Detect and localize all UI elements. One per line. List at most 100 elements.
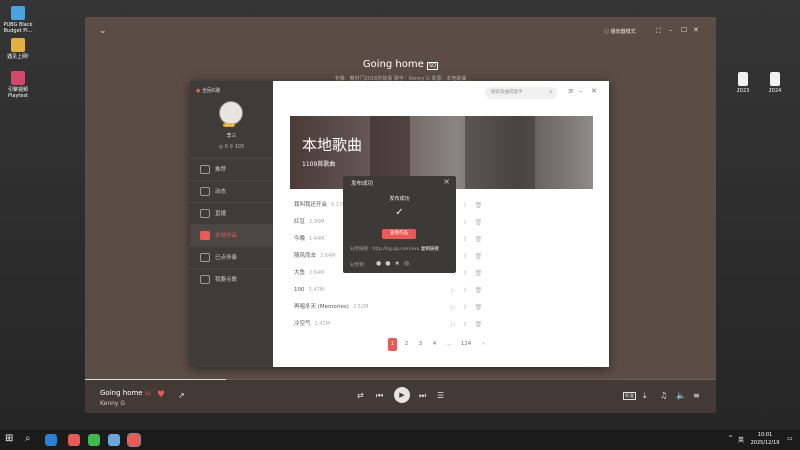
banner-title: 本地歌曲 [302, 136, 363, 154]
app-icon[interactable] [108, 434, 120, 446]
user-name[interactable]: 李三 [190, 132, 273, 139]
sidebar-item-local-works[interactable]: 本地作品 [190, 224, 273, 246]
sidebar-item-label: 直播 [215, 211, 227, 217]
desktop-icon-browser[interactable]: 遇见上网! [0, 38, 36, 60]
song-name: 今晚 [294, 236, 306, 242]
desktop-icon-label: PUBG Black Budget Pl... [3, 22, 33, 34]
shuffle-icon[interactable]: ⇄ [357, 391, 364, 400]
share-link[interactable]: 分享链接：http://kg.qq.com/xxx [350, 246, 419, 252]
bar-song-title[interactable]: Going home SQ [100, 389, 151, 397]
page-button[interactable]: 3 [416, 338, 425, 351]
song-actions[interactable]: ▷⇧🗑 [451, 197, 489, 214]
close-icon[interactable]: ✕ [693, 26, 699, 34]
page-button[interactable]: 4 [430, 338, 439, 351]
karaoke-app-icon[interactable] [127, 433, 141, 447]
play-button[interactable]: ▶ [394, 387, 410, 403]
clock-time[interactable]: 10:01 [753, 432, 777, 438]
bar-artist[interactable]: Kenny G [100, 400, 125, 407]
song-actions[interactable]: ▷⇧🗑 [451, 231, 489, 248]
desktop-icon-2023[interactable]: 2023 [725, 72, 761, 94]
checkmark-icon: ✓ [395, 207, 404, 218]
chevron-up-icon[interactable]: ^ [728, 435, 733, 442]
song-name: 再唱冬天 (Memories) [294, 304, 349, 310]
player-mode-button[interactable]: ⓘ 播放器模式 [604, 28, 636, 35]
edge-icon[interactable] [45, 434, 57, 446]
song-size: 2.52M [352, 304, 369, 310]
copy-link-button[interactable]: 复制链接 [421, 246, 439, 252]
sidebar-item-ordered[interactable]: 已点伴奏 [190, 246, 273, 268]
page-button[interactable]: 2 [402, 338, 411, 351]
menu-icon[interactable]: ≡ [568, 87, 574, 95]
sidebar-item-live[interactable]: 直播 [190, 202, 273, 224]
windows-start-icon[interactable]: ⊞ [5, 433, 13, 444]
banner-count: 1109首歌曲 [302, 161, 336, 168]
song-size: 3.47M [308, 287, 324, 293]
pagination: 1 2 3 4... 124 › [388, 338, 493, 351]
avatar[interactable] [219, 101, 243, 125]
queue-icon[interactable]: ≡ [693, 391, 700, 400]
sq-badge: SQ [426, 62, 439, 70]
song-title: Going home [362, 59, 424, 70]
mic-icon [200, 275, 210, 284]
search-input[interactable]: 搜索歌曲或歌手 ⌕ [485, 87, 557, 99]
song-size: 1.44M [309, 236, 325, 242]
song-name: 冷空气 [294, 321, 311, 327]
song-actions[interactable]: ▷⇧🗑 [451, 214, 489, 231]
share-platform-icons[interactable]: ●●★◎ [376, 260, 413, 267]
song-actions[interactable]: ▷⇧🗑 [451, 248, 489, 265]
heart-icon[interactable]: ♥ [157, 390, 165, 400]
page-button[interactable]: 1 [388, 338, 397, 351]
music-list-icon [200, 253, 210, 262]
brand-label: 全民K歌 [201, 88, 221, 94]
maximize-icon[interactable]: ☐ [681, 26, 687, 34]
minimize-icon[interactable]: – [579, 87, 583, 95]
input-language[interactable]: 英 [738, 435, 744, 444]
desktop-icon-2024[interactable]: 2024 [757, 72, 793, 94]
previous-icon[interactable]: ⏮ [376, 391, 383, 401]
download-icon[interactable]: ⤓ [643, 391, 647, 401]
fullscreen-icon[interactable]: ⛶ [656, 27, 661, 36]
clock-date[interactable]: 2025/12/19 [748, 440, 782, 446]
song-actions[interactable]: ▷⇧🗑 [451, 282, 489, 299]
notification-icon[interactable]: ▭ [787, 435, 793, 442]
page-button[interactable]: 124 [458, 338, 474, 351]
netease-music-icon[interactable] [68, 434, 80, 446]
song-row[interactable]: 冷空气 2.41M ▷⇧🗑 [294, 316, 594, 333]
folder-icon [200, 231, 210, 240]
player-controls-bar: Going home SQ Kenny G ♥ ↗ ⇄ ⏮ ▶ ⏭ ☰ 标准 ⤓… [85, 380, 716, 413]
song-size: 2.64M [320, 253, 336, 259]
sidebar-item-label: 动态 [215, 189, 227, 195]
minimize-icon[interactable]: – [669, 26, 673, 34]
share-icon[interactable]: ↗ [178, 391, 185, 400]
browser-icon[interactable] [88, 434, 100, 446]
next-page-button[interactable]: › [479, 338, 488, 351]
desktop-icon-pubg[interactable]: PUBG Black Budget Pl... [0, 6, 36, 34]
sidebar-item-request[interactable]: 我要点歌 [190, 268, 273, 290]
song-row[interactable]: 再唱冬天 (Memories) 2.52M ▷⇧🗑 [294, 299, 594, 316]
volume-icon[interactable]: 🔈 [676, 391, 686, 400]
desktop-icon-label: 引擎视频 Playtest [7, 87, 29, 99]
view-work-button[interactable]: 查看作品 [382, 229, 416, 239]
lyrics-icon[interactable]: ♫ [660, 391, 667, 400]
app-logo-icon: ● [196, 88, 201, 94]
song-actions[interactable]: ▷⇧🗑 [451, 316, 489, 333]
dialog-headline: 发布成功 [389, 196, 410, 202]
sidebar-item-feed[interactable]: 动态 [190, 180, 273, 202]
chevron-down-icon[interactable]: ⌄ [99, 26, 107, 36]
playlist-icon[interactable]: ☰ [437, 391, 444, 400]
desktop-icon-engine[interactable]: 引擎视频 Playtest [0, 71, 36, 99]
desktop-icon-label: 遇见上网! [6, 54, 29, 60]
quality-button[interactable]: 标准 [623, 392, 636, 400]
song-row[interactable]: 100 3.47M ▷⇧🗑 [294, 282, 594, 299]
search-icon[interactable]: ⌕ [549, 87, 552, 99]
user-stats: ◎ 0 ⚲ 105 [218, 144, 245, 150]
close-icon[interactable]: ✕ [591, 87, 597, 95]
next-icon[interactable]: ⏭ [419, 391, 426, 401]
close-icon[interactable]: × [443, 177, 450, 186]
song-actions[interactable]: ▷⇧🗑 [451, 299, 489, 316]
song-actions[interactable]: ▷⇧🗑 [451, 265, 489, 282]
tv-icon [200, 209, 210, 218]
search-icon[interactable]: ⌕ [25, 433, 31, 444]
sidebar-item-recommend[interactable]: 推荐 [190, 158, 273, 180]
page-ellipsis: ... [445, 341, 452, 347]
